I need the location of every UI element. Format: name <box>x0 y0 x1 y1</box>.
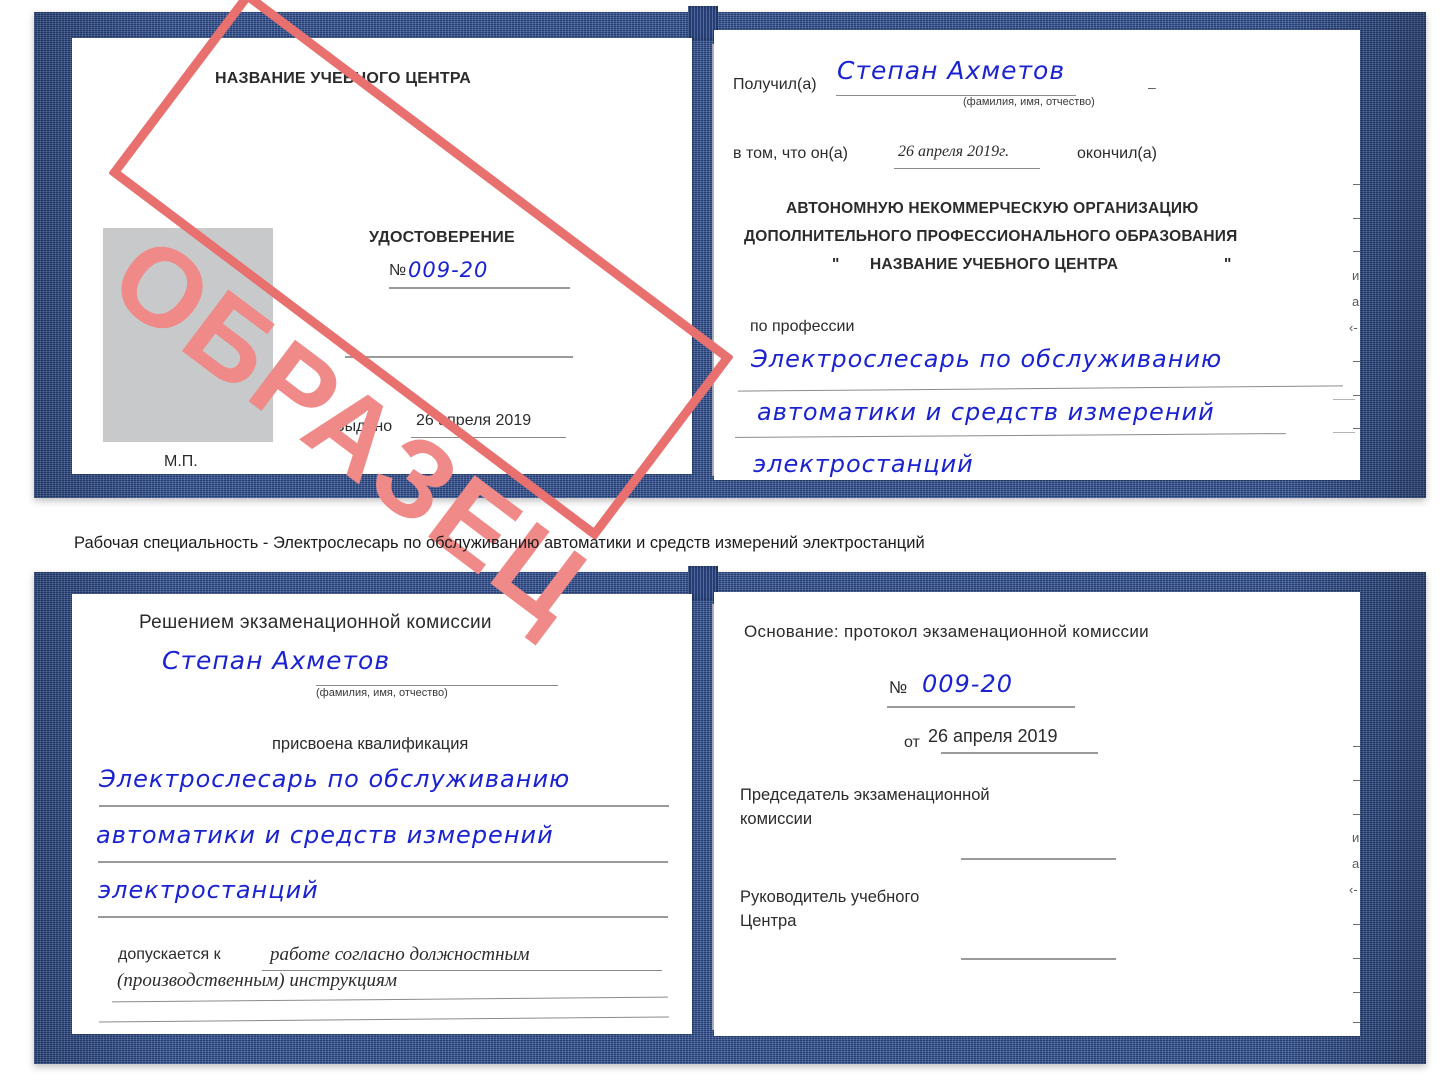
top-right-edge-fragment-3: – <box>1353 243 1361 258</box>
top-left-issued-value: 26 апреля 2019 <box>416 412 532 429</box>
top-left-number-value: 009-20 <box>408 258 489 282</box>
top-left-issued-label: Выдано <box>334 418 393 435</box>
top-right-edge-fragment-7: – <box>1353 353 1361 368</box>
bottom-left-fio-hint: (фамилия, имя, отчество) <box>316 687 448 699</box>
top-right-org-quote-open: " <box>832 256 840 273</box>
bottom-left-qualification-rule1 <box>99 805 669 807</box>
bottom-right-chairman-line1: Председатель экзаменационной <box>740 786 990 804</box>
bottom-right-edge-fragment-8: – <box>1353 950 1361 965</box>
bottom-left-admitted-value-line2: (производственным) инструкциям <box>117 970 397 991</box>
bottom-left-name-value: Степан Ахметов <box>162 646 391 675</box>
top-left-doc-title: УДОСТОВЕРЕНИЕ <box>369 229 515 246</box>
bottom-right-chairman-line2: комиссии <box>740 810 813 828</box>
caption-line-1: Рабочая специальность - Электрослесарь п… <box>74 534 799 552</box>
bottom-right-date-rule <box>941 752 1098 754</box>
bottom-left-qualification-rule3 <box>98 916 668 918</box>
bottom-left-qualification-line1: Электрослесарь по обслуживанию <box>99 765 571 793</box>
top-left-blank-rule <box>345 356 573 358</box>
bottom-left-qualification-label: присвоена квалификация <box>272 735 469 753</box>
bottom-right-number-value: 009-20 <box>922 670 1014 698</box>
bottom-right-edge-fragment-2: – <box>1353 772 1361 787</box>
bottom-right-edge-fragment-7: – <box>1353 916 1361 931</box>
bottom-right-head-signature-rule <box>961 958 1116 960</box>
bottom-left-qualification-rule2 <box>98 861 668 863</box>
top-left-center-name: НАЗВАНИЕ УЧЕБНОГО ЦЕНТРА <box>215 70 472 87</box>
top-left-number-rule <box>389 287 570 289</box>
top-right-profession-line3: электростанций <box>753 450 974 478</box>
top-right-fio-hint: (фамилия, имя, отчество) <box>963 96 1095 108</box>
top-right-org-quote-close: " <box>1224 256 1232 273</box>
bottom-right-number-label: № <box>889 678 908 697</box>
bottom-right-edge-fragment-10: – <box>1353 1014 1361 1029</box>
bottom-right-edge-fragment-4: и <box>1352 830 1360 845</box>
bottom-right-basis-label: Основание: протокол экзаменационной коми… <box>744 622 1149 641</box>
top-left-stamp-label: М.П. <box>164 453 198 470</box>
top-right-received-value: Степан Ахметов <box>837 56 1066 85</box>
top-right-received-dash: – <box>1148 79 1156 95</box>
top-right-edge-rule-2 <box>1333 432 1355 433</box>
bottom-left-qualification-line2: автоматики и средств измерений <box>96 821 554 849</box>
bottom-right-edge-fragment-5: а <box>1352 856 1360 871</box>
top-right-profession-line1: Электрослесарь по обслуживанию <box>751 345 1223 373</box>
top-right-edge-fragment-4: и <box>1352 268 1360 283</box>
caption: Рабочая специальность - Электрослесарь п… <box>74 532 1124 555</box>
bottom-left-admitted-value-line1: работе согласно должностным <box>270 944 530 965</box>
bottom-right-date-value: 26 апреля 2019 <box>928 726 1058 746</box>
top-right-edge-fragment-1: – <box>1353 176 1361 191</box>
bottom-left-name-rule <box>316 685 558 686</box>
bottom-right-edge-fragment-9: – <box>1353 984 1361 999</box>
top-right-edge-fragment-6: ‹- <box>1349 320 1358 335</box>
top-right-that-he-label: в том, что он(а) <box>733 145 848 162</box>
bottom-right-chairman-signature-rule <box>961 858 1116 860</box>
top-right-completion-rule <box>894 168 1040 169</box>
bottom-right-edge-fragment-3: – <box>1353 806 1361 821</box>
top-right-graduated-label: окончил(а) <box>1077 145 1157 162</box>
bottom-right-edge-fragment-6: ‹- <box>1349 882 1358 897</box>
bottom-right-head-line1: Руководитель учебного <box>740 888 920 906</box>
caption-line-2: электростанций <box>802 534 925 552</box>
top-right-edge-fragment-5: а <box>1352 294 1360 309</box>
top-right-profession-line2: автоматики и средств измерений <box>757 398 1215 426</box>
bottom-right-number-rule <box>887 706 1075 708</box>
top-right-completion-date: 26 апреля 2019г. <box>898 143 1010 160</box>
bottom-left-admitted-label: допускается к <box>118 946 221 963</box>
top-right-profession-label: по профессии <box>750 318 855 335</box>
top-right-edge-fragment-8: – <box>1353 387 1361 402</box>
bottom-right-edge-fragment-1: – <box>1353 738 1361 753</box>
certificate-top-fold <box>712 44 714 476</box>
top-left-number-label: № <box>389 262 407 279</box>
top-right-edge-rule-1 <box>1333 399 1355 400</box>
top-right-org-line2: ДОПОЛНИТЕЛЬНОГО ПРОФЕССИОНАЛЬНОГО ОБРАЗО… <box>744 228 1238 245</box>
bottom-left-qualification-line3: электростанций <box>98 876 319 904</box>
top-right-received-label: Получил(а) <box>733 76 817 93</box>
top-right-org-line3: НАЗВАНИЕ УЧЕБНОГО ЦЕНТРА <box>870 256 1119 273</box>
bottom-right-head-line2: Центра <box>740 912 797 930</box>
photo-placeholder <box>103 228 273 442</box>
top-left-issued-rule <box>411 437 566 438</box>
bottom-right-date-label: от <box>904 734 920 751</box>
top-right-org-line1: АВТОНОМНУЮ НЕКОММЕРЧЕСКУЮ ОРГАНИЗАЦИЮ <box>786 200 1199 217</box>
top-right-edge-fragment-2: – <box>1353 210 1361 225</box>
bottom-left-heading: Решением экзаменационной комиссии <box>139 612 492 633</box>
top-right-edge-fragment-9: – <box>1353 420 1361 435</box>
certificate-bottom-fold <box>712 604 714 1030</box>
